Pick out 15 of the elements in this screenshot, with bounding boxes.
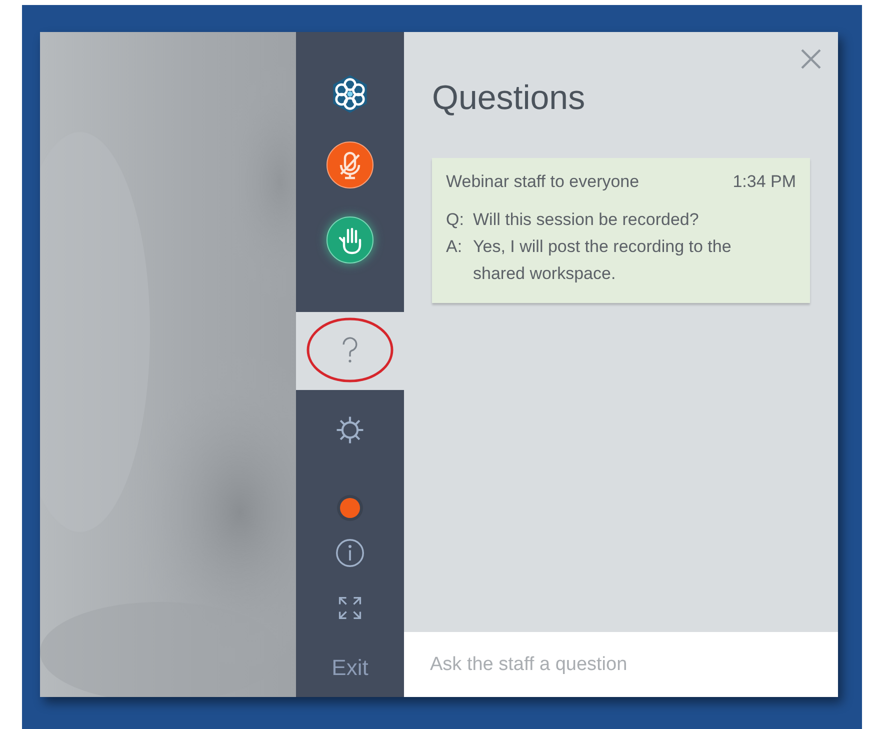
- line-prefix: Q:: [446, 209, 465, 231]
- message-time: 1:34 PM: [732, 172, 796, 192]
- info-icon[interactable]: [335, 538, 365, 568]
- exit-button[interactable]: Exit: [332, 653, 368, 683]
- message-sender: Webinar staff to everyone: [446, 172, 640, 192]
- expand-icon[interactable]: [337, 595, 363, 621]
- line-prefix: A:: [446, 236, 464, 258]
- muted-microphone-icon[interactable]: [326, 141, 374, 189]
- raise-hand-icon[interactable]: [326, 216, 374, 264]
- close-icon[interactable]: [800, 48, 822, 70]
- question-input[interactable]: Ask the staff a question: [404, 632, 838, 697]
- message-text: Yes, I will post the recording to the shared workspace.: [473, 236, 732, 285]
- panel-title: Questions: [432, 78, 586, 119]
- message-text: Will this session be recorded?: [473, 209, 699, 231]
- sidebar-item[interactable]: [296, 312, 404, 390]
